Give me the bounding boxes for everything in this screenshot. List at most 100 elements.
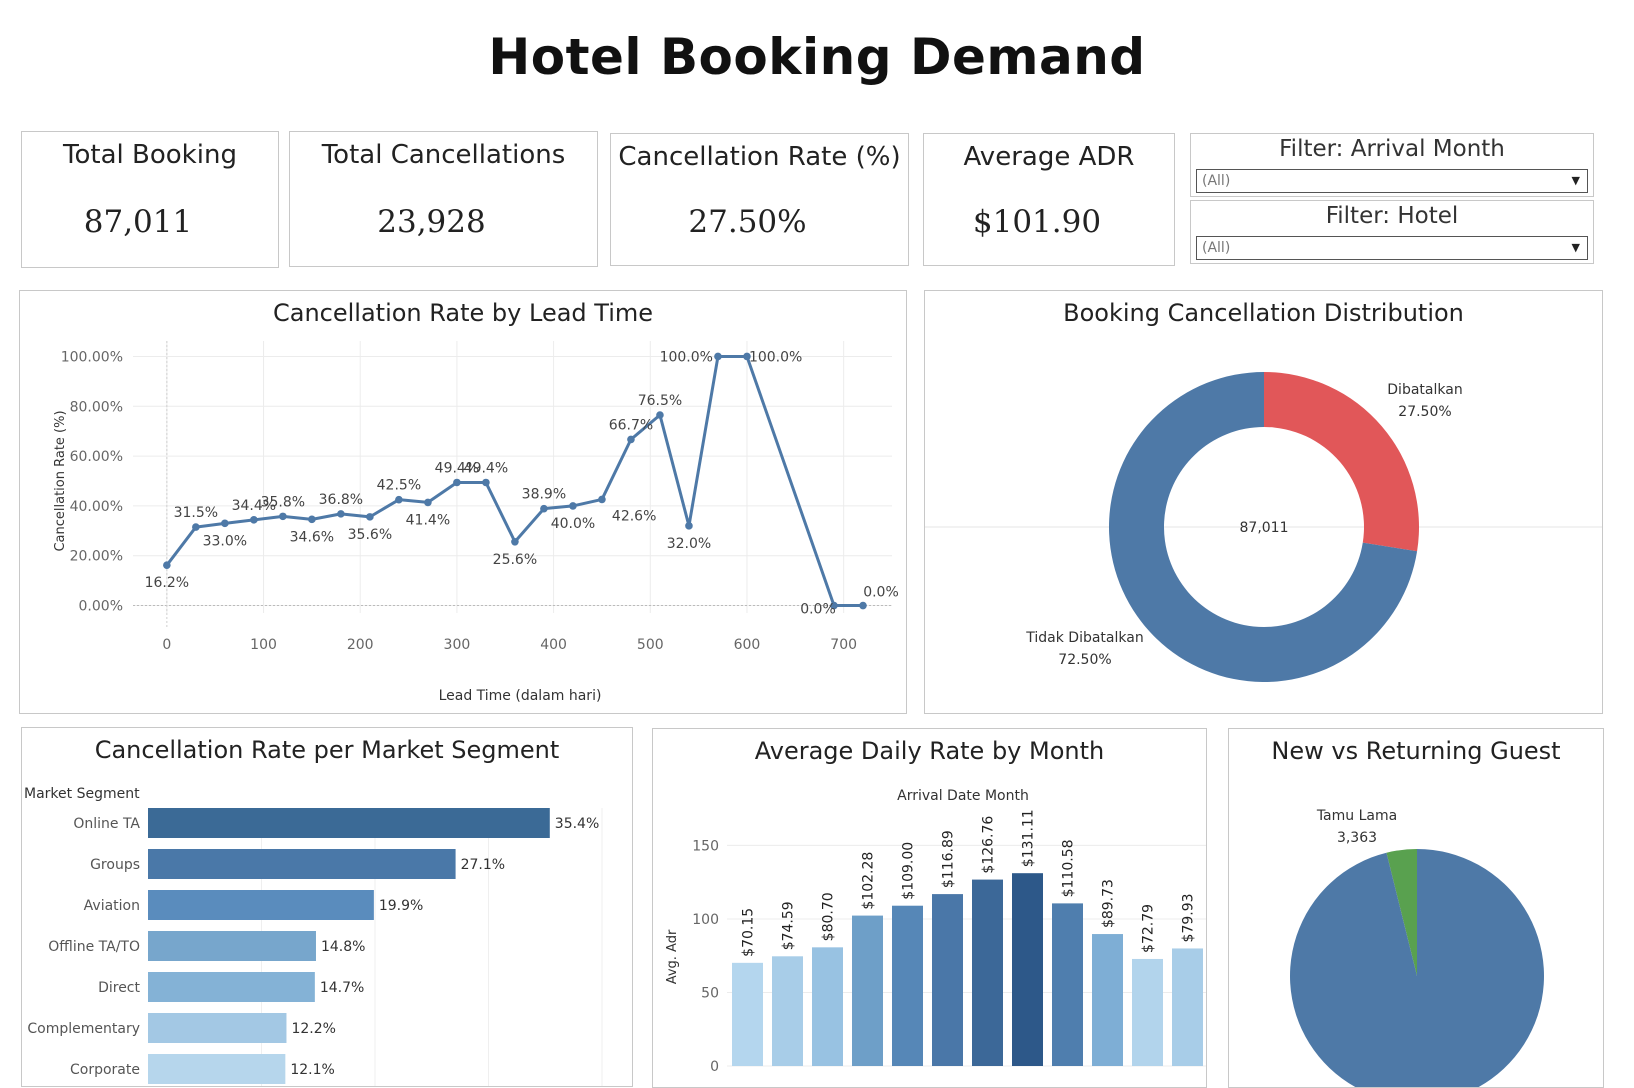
kpi-label: Total Cancellations [321,140,566,170]
data-label: 25.6% [493,552,537,568]
bar-value-label: $70.15 [741,908,757,957]
x-tick-label: 400 [540,637,567,653]
data-label: 31.5% [174,505,218,521]
slice-name: Tidak Dibatalkan [1025,630,1143,646]
arrival-month-dropdown[interactable]: (All) ▼ [1196,169,1588,193]
data-point [482,478,490,487]
x-tick-label: 500 [637,637,664,653]
dashboard-title: Hotel Booking Demand [488,28,1146,86]
data-point [366,513,374,521]
month-bar [892,905,923,1066]
bar-value-label: $79.93 [1181,893,1197,942]
data-label: 33.0% [203,533,247,549]
segment-bar [148,849,456,879]
adr-month-bar-chart: Arrival Date Month Avg. Adr 0 50 100 150 $70.1… [665,788,1206,1075]
month-bar [732,962,763,1066]
segment-bar [148,808,550,838]
bar-value-label: 12.2% [291,1021,335,1037]
series-line [165,354,863,608]
month-bar [932,894,963,1066]
segment-bar [148,1013,287,1043]
data-label: 32.0% [667,536,711,552]
bar-value-label: 35.4% [555,816,599,832]
y-tick-label: 100.00% [61,349,123,365]
data-label: 76.5% [638,393,682,409]
data-point [627,435,635,444]
kpi-value: 87,011 [83,204,193,240]
bar-value-label: 14.8% [321,939,365,955]
y-tick-label: 40.00% [70,499,123,515]
y-axis-title: Cancellation Rate (%) [53,410,68,551]
filter-label: Filter: Hotel [1325,203,1459,229]
data-point [250,516,258,524]
filter-label: Filter: Arrival Month [1279,136,1505,162]
data-point [192,523,200,531]
data-label: 100.0% [749,349,802,365]
slice-name: Tamu Lama [1316,808,1397,824]
bar-value-label: $80.70 [821,892,837,941]
kpi-value: 23,928 [377,204,486,240]
kpi-value: $101.90 [972,204,1102,240]
chevron-down-icon: ▼ [1571,241,1580,254]
x-axis-title: Lead Time (dalam hari) [439,688,602,704]
data-label: 42.6% [612,508,656,524]
data-label: 16.2% [145,575,189,591]
data-point [685,522,693,530]
hotel-dropdown[interactable]: (All) ▼ [1196,236,1588,260]
bar-value-label: 27.1% [461,857,505,873]
x-tick-label: 600 [734,637,761,653]
category-label: Aviation [84,898,140,914]
data-label: 0.0% [863,585,899,601]
data-point [221,519,229,528]
month-bar [1172,948,1203,1066]
data-label: 49.4% [464,460,508,476]
data-point [569,502,577,510]
x-tick-label: 0 [162,637,171,653]
data-point [163,561,171,569]
bar-value-label: $116.89 [941,830,957,888]
bar-value-label: 12.1% [290,1062,334,1078]
month-bar [772,956,803,1066]
lead-time-chart-panel: Cancellation Rate by Lead Time 0.00% 20.0… [19,290,907,714]
kpi-total-booking: Total Booking 87,011 [21,131,279,268]
month-bar [852,915,883,1066]
y-tick-label: 0.00% [79,599,123,615]
category-label: Groups [90,857,140,873]
kpi-cancellation-rate: Cancellation Rate (%) 27.50% [610,133,909,266]
x-tick-label: 700 [830,637,857,653]
bar-value-label: $131.11 [1021,809,1037,867]
y-axis-title: Avg. Adr [665,929,680,984]
data-point [395,495,403,504]
bar-value-label: $89.73 [1101,879,1117,928]
category-label: Corporate [70,1062,140,1078]
bar-value-label: $126.76 [981,816,997,874]
bar-value-label: $109.00 [901,842,917,900]
data-point [656,411,664,419]
month-bar [1012,873,1043,1066]
month-bar [972,879,1003,1066]
data-label: 35.6% [348,527,392,543]
kpi-label: Cancellation Rate (%) [618,142,901,172]
bar-value-label: $110.58 [1061,839,1077,897]
data-point [714,352,722,361]
data-label: 40.0% [551,516,595,532]
data-point [453,478,461,487]
segment-bar [148,931,316,961]
category-label: Online TA [73,816,140,832]
x-tick-label: 200 [347,637,374,653]
kpi-value: 27.50% [688,204,807,240]
data-label: 66.7% [609,417,653,433]
kpi-average-adr: Average ADR $101.90 [923,133,1175,266]
segment-bar [148,1054,286,1084]
filter-hotel: Filter: Hotel (All) ▼ [1190,200,1594,264]
y-tick-label: 60.00% [70,449,123,465]
bar-value-label: $74.59 [781,901,797,950]
data-label: 38.9% [522,487,566,503]
y-tick-label: 0 [710,1059,719,1075]
bar-value-label: 19.9% [379,898,423,914]
bar-value-label: $72.79 [1141,904,1157,953]
x-tick-label: 300 [444,637,471,653]
category-label: Offline TA/TO [48,939,140,955]
data-point [598,495,606,504]
month-bar [1052,903,1083,1066]
